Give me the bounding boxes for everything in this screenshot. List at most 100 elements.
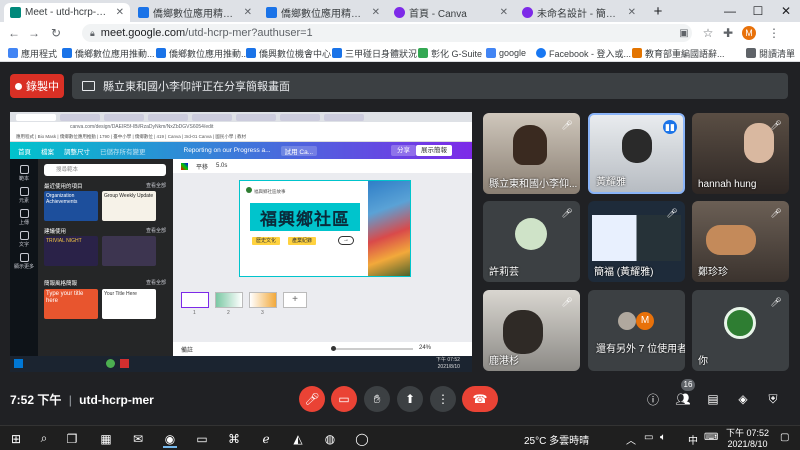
raise-hand-button[interactable]: ✋︎ bbox=[364, 386, 390, 412]
bookmark-item[interactable]: 教育部重編國語辭... bbox=[632, 46, 725, 60]
tab-meet[interactable]: Meet - utd-hcrp-mer ✕ bbox=[4, 3, 130, 22]
extensions-icon[interactable]: ✚ bbox=[720, 25, 736, 41]
bookmark-item[interactable]: 僑鄉數位應用推動... bbox=[62, 46, 155, 60]
close-tab-icon[interactable]: ✕ bbox=[116, 7, 124, 18]
recording-indicator[interactable]: 錄製中 bbox=[10, 74, 64, 98]
duration-button[interactable]: 5.0s bbox=[216, 163, 227, 169]
participant-tile[interactable]: 🎤︎ 許莉芸 bbox=[483, 201, 580, 282]
rail-templates[interactable]: 範本 bbox=[12, 165, 36, 182]
camera-toggle-button[interactable]: ▭ bbox=[331, 386, 357, 412]
add-page-button[interactable]: + bbox=[283, 292, 307, 308]
template-thumb[interactable]: Organization Achievements bbox=[44, 191, 98, 221]
camera-in-use-icon[interactable]: ▣ bbox=[676, 25, 692, 41]
participant-tile[interactable]: 🎤︎ 鹿港杉 bbox=[483, 290, 580, 371]
opera-icon[interactable]: ◯ bbox=[352, 429, 372, 448]
system-clock[interactable]: 下午 07:52 2021/8/10 bbox=[726, 428, 769, 450]
star-icon[interactable]: ☆ bbox=[700, 25, 716, 41]
rail-text[interactable]: 文字 bbox=[12, 231, 36, 248]
tab-canva-design[interactable]: 未命名設計 - 簡報 (16:9) ✕ bbox=[516, 3, 642, 22]
tab-report-2[interactable]: 僑鄉數位應用精進計畫-報 ✕ bbox=[260, 3, 386, 22]
participant-tile[interactable]: 🎤︎ 簡福 (黃耀雅) bbox=[588, 201, 685, 282]
mic-toggle-button[interactable]: 🎤︎ bbox=[299, 386, 325, 412]
leave-call-button[interactable]: ☎︎ bbox=[462, 386, 498, 412]
new-tab-button[interactable]: + bbox=[644, 0, 672, 22]
browser-menu-icon[interactable]: ⋮ bbox=[766, 25, 782, 41]
self-tile[interactable]: 🎤︎ 你 bbox=[692, 290, 789, 371]
inkscape-icon[interactable]: ◭ bbox=[288, 429, 308, 448]
rail-more[interactable]: 顯示更多 bbox=[12, 253, 36, 270]
address-bar[interactable]: 🔒︎ meet.google.com/utd-hcrp-mer?authuser… bbox=[82, 24, 692, 42]
see-all-link[interactable]: 查看全部 bbox=[146, 279, 166, 286]
weather-widget[interactable]: 25°C 多雲時晴 bbox=[524, 432, 589, 447]
maximize-button[interactable]: ☐ bbox=[744, 0, 772, 22]
animate-button[interactable]: 平移 bbox=[196, 162, 208, 171]
chat-icon[interactable]: ▤ bbox=[704, 390, 722, 408]
rail-uploads[interactable]: 上傳 bbox=[12, 209, 36, 226]
participant-tile[interactable]: 🎤︎ 縣立東和國小李仰... bbox=[483, 113, 580, 194]
ime-mode-icon[interactable]: ⌨ bbox=[704, 432, 718, 443]
minimize-button[interactable]: — bbox=[716, 0, 744, 22]
host-controls-icon[interactable]: ⛨ bbox=[764, 390, 782, 408]
bookmark-apps[interactable]: 應用程式 bbox=[8, 46, 57, 60]
template-thumb[interactable]: Group Weekly Update bbox=[102, 191, 156, 221]
edge-icon[interactable]: ℯ bbox=[256, 429, 276, 448]
tab-canva-home[interactable]: 首頁 - Canva ✕ bbox=[388, 3, 514, 22]
canva-share-button[interactable]: 分享 bbox=[391, 145, 416, 156]
mail-icon[interactable]: ✉ bbox=[128, 429, 148, 448]
store-icon[interactable]: ▦ bbox=[96, 429, 116, 448]
canva-menu-resize[interactable]: 調整尺寸 bbox=[64, 146, 90, 156]
back-arrow-icon[interactable]: ← bbox=[6, 25, 22, 41]
meeting-details-icon[interactable]: ⓘ bbox=[644, 390, 662, 408]
firefox-icon[interactable]: ◍ bbox=[320, 429, 340, 448]
shared-screen[interactable]: canva.com/design/DAEIR5f-IBi/RzaDyNkm/Nx… bbox=[10, 112, 472, 372]
bookmark-item[interactable]: 彰化 G-Suite bbox=[418, 46, 482, 60]
template-search-input[interactable]: 搜尋範本 bbox=[44, 164, 166, 176]
chrome-icon[interactable]: ◉ bbox=[160, 429, 180, 448]
template-thumb[interactable] bbox=[102, 236, 156, 266]
close-tab-icon[interactable]: ✕ bbox=[628, 7, 636, 18]
profile-avatar[interactable]: M bbox=[742, 26, 756, 40]
search-icon[interactable]: ⌕ bbox=[34, 429, 54, 448]
see-all-link[interactable]: 查看全部 bbox=[146, 182, 166, 189]
participant-tile[interactable]: ▮▮ 黃耀雅 bbox=[588, 113, 685, 194]
close-tab-icon[interactable]: ✕ bbox=[500, 7, 508, 18]
bookmark-item[interactable]: 僑興數位機會中心 bbox=[246, 46, 331, 60]
close-tab-icon[interactable]: ✕ bbox=[372, 7, 380, 18]
participant-tile[interactable]: 🎤︎ 鄭珍珍 bbox=[692, 201, 789, 282]
close-window-button[interactable]: ✕ bbox=[772, 0, 800, 22]
template-thumb[interactable]: Your Title Here bbox=[102, 289, 156, 319]
page-thumb[interactable]: 2 bbox=[215, 292, 243, 316]
slide-preview[interactable]: 福興鄉社區故事 福興鄉社區 歷史文化 產業紀錄 → bbox=[239, 180, 411, 277]
explorer-icon[interactable]: ▭ bbox=[192, 429, 212, 448]
more-options-button[interactable]: ⋮ bbox=[430, 386, 456, 412]
task-view-icon[interactable]: ❐ bbox=[62, 429, 82, 448]
page-thumb[interactable]: 3 bbox=[249, 292, 277, 316]
windows-start-icon[interactable]: ⊞ bbox=[6, 429, 26, 448]
see-all-link[interactable]: 查看全部 bbox=[146, 227, 166, 234]
close-tab-icon[interactable]: ✕ bbox=[244, 7, 252, 18]
notes-button[interactable]: 備註 bbox=[181, 345, 193, 354]
ime-indicator[interactable]: 中 bbox=[688, 432, 698, 447]
template-thumb[interactable]: Type your title here bbox=[44, 289, 98, 319]
network-icon[interactable]: ▭ bbox=[644, 432, 653, 443]
color-picker-icon[interactable] bbox=[181, 162, 188, 170]
reload-icon[interactable]: ↻ bbox=[48, 25, 64, 41]
tab-report-1[interactable]: 僑鄉數位應用精進計畫-報 ✕ bbox=[132, 3, 258, 22]
more-participants-tile[interactable]: M 還有另外 7 位使用者 bbox=[588, 290, 685, 371]
canva-try-pro[interactable]: 試用 Ca... bbox=[280, 145, 318, 156]
page-thumb[interactable]: 1 bbox=[181, 292, 209, 316]
canva-menu-home[interactable]: 首頁 bbox=[18, 146, 31, 156]
canva-present-button[interactable]: 展示簡報 bbox=[416, 145, 452, 156]
canva-doc-title[interactable]: Reporting on our Progress a... bbox=[184, 147, 271, 154]
rail-elements[interactable]: 元素 bbox=[12, 187, 36, 204]
activities-icon[interactable]: ◈ bbox=[734, 390, 752, 408]
acrobat-icon[interactable]: ⌘ bbox=[224, 429, 244, 448]
template-thumb[interactable]: TRIVIAL NIGHT bbox=[44, 236, 98, 266]
tray-chevron-icon[interactable]: ︿ bbox=[626, 432, 636, 447]
zoom-handle[interactable] bbox=[331, 346, 336, 351]
zoom-slider[interactable] bbox=[333, 348, 413, 350]
canva-menu-file[interactable]: 檔案 bbox=[41, 146, 54, 156]
bookmark-item[interactable]: Facebook - 登入或... bbox=[536, 46, 631, 60]
bookmark-item[interactable]: 僑鄉數位應用推動... bbox=[156, 46, 249, 60]
volume-icon[interactable]: 🔈︎ bbox=[660, 432, 666, 443]
